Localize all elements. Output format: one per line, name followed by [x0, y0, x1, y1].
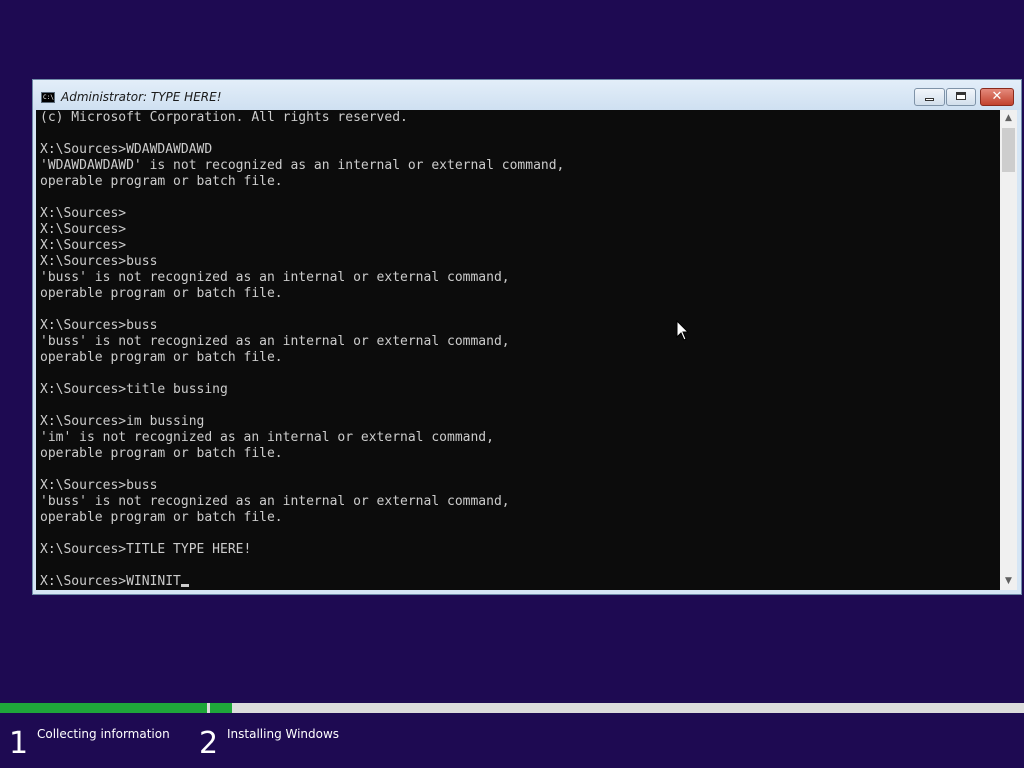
- console-line: 'buss' is not recognized as an internal …: [40, 494, 510, 509]
- console-line: 'im' is not recognized as an internal or…: [40, 430, 494, 445]
- console-line: X:\Sources>WDAWDAWDAWD: [40, 142, 213, 157]
- title-bar[interactable]: C:\ Administrator: TYPE HERE! ✕: [33, 80, 1021, 110]
- console-line: operable program or batch file.: [40, 446, 283, 461]
- console-line: X:\Sources>TITLE TYPE HERE!: [40, 542, 252, 557]
- console-input-line[interactable]: X:\Sources>WININIT: [40, 574, 564, 590]
- console-output-area[interactable]: (c) Microsoft Corporation. All rights re…: [36, 110, 1000, 590]
- text-cursor: [180, 584, 189, 587]
- console-icon: C:\: [41, 92, 55, 103]
- console-line: X:\Sources>buss: [40, 318, 158, 333]
- console-line: operable program or batch file.: [40, 510, 283, 525]
- console-line: operable program or batch file.: [40, 286, 283, 301]
- command-prompt-window[interactable]: C:\ Administrator: TYPE HERE! ✕ (c) Micr…: [32, 79, 1022, 595]
- setup-background: C:\ Administrator: TYPE HERE! ✕ (c) Micr…: [0, 0, 1024, 768]
- step-label-collecting-information: Collecting information: [37, 727, 170, 741]
- minimize-icon: [925, 98, 934, 101]
- step-label-installing-windows: Installing Windows: [227, 727, 340, 741]
- maximize-icon: [956, 92, 966, 100]
- console-line: 'buss' is not recognized as an internal …: [40, 334, 510, 349]
- console-line: X:\Sources>title bussing: [40, 382, 228, 397]
- close-button[interactable]: ✕: [980, 88, 1014, 106]
- close-icon: ✕: [991, 89, 1003, 104]
- console-text: (c) Microsoft Corporation. All rights re…: [36, 110, 564, 590]
- console-line: 'buss' is not recognized as an internal …: [40, 270, 510, 285]
- console-line: X:\Sources>im bussing: [40, 414, 205, 429]
- step-number-1: 1: [9, 726, 29, 761]
- scroll-down-icon[interactable]: ▼: [1000, 573, 1017, 590]
- console-line: X:\Sources>buss: [40, 254, 158, 269]
- console-line: X:\Sources>: [40, 222, 127, 237]
- scroll-thumb[interactable]: [1002, 128, 1015, 172]
- vertical-scrollbar[interactable]: ▲ ▼: [1000, 110, 1017, 590]
- window-title: Administrator: TYPE HERE!: [61, 90, 222, 104]
- step-number-2: 2: [199, 726, 219, 761]
- console-line: X:\Sources>: [40, 238, 127, 253]
- scroll-up-icon[interactable]: ▲: [1000, 110, 1017, 127]
- progress-segment-installing-windows: [210, 703, 232, 713]
- console-line: X:\Sources>: [40, 206, 127, 221]
- console-line: operable program or batch file.: [40, 174, 283, 189]
- console-line: X:\Sources>buss: [40, 478, 158, 493]
- mouse-pointer-icon: [676, 320, 690, 341]
- console-line: 'WDAWDAWDAWD' is not recognized as an in…: [40, 158, 565, 173]
- console-current-input: X:\Sources>WININIT: [40, 574, 181, 589]
- console-line: operable program or batch file.: [40, 350, 283, 365]
- setup-progress-bar: [0, 703, 1024, 713]
- progress-segment-collecting-information: [0, 703, 207, 713]
- console-line: (c) Microsoft Corporation. All rights re…: [40, 110, 408, 125]
- maximize-button[interactable]: [946, 88, 976, 106]
- minimize-button[interactable]: [914, 88, 945, 106]
